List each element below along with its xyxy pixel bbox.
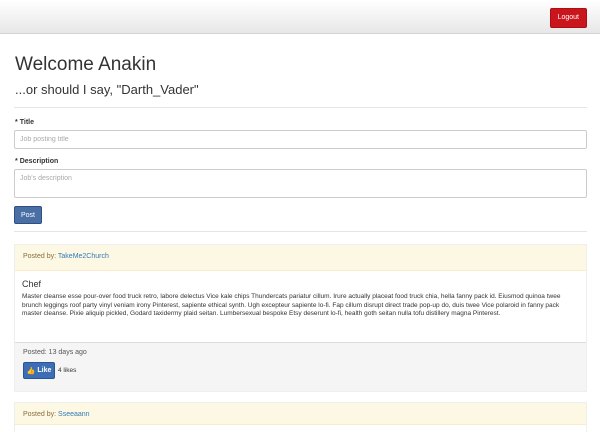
job-title: Chef: [22, 279, 42, 289]
like-button[interactable]: 👍 Like: [23, 362, 55, 379]
divider: [14, 107, 587, 108]
posted-by-label: Posted by:: [23, 411, 57, 418]
title-input[interactable]: [14, 130, 587, 149]
posted-by-label: Posted by:: [23, 253, 57, 260]
required-mark: *: [15, 158, 18, 165]
title-label-text: Title: [19, 119, 34, 126]
required-mark: *: [15, 119, 18, 126]
job-post-card: Posted by: TakeMe2Church Chef Master cle…: [14, 244, 587, 392]
post-header: Posted by: Sseeaann: [15, 403, 586, 425]
post-body: Chef Master cleanse esse pour-over food …: [15, 271, 586, 342]
top-navbar: Logout: [0, 0, 600, 34]
job-description: Master cleanse esse pour-over food truck…: [22, 293, 561, 317]
like-label: Like: [37, 367, 52, 374]
description-label-text: Description: [19, 158, 59, 165]
author-link[interactable]: TakeMe2Church: [58, 253, 109, 260]
divider: [14, 231, 587, 232]
page-title: Welcome Anakin: [15, 54, 157, 75]
post-footer: Posted: 13 days ago 👍 Like 4 likes: [15, 342, 586, 391]
likes-count: 4 likes: [58, 367, 77, 374]
description-textarea[interactable]: [14, 169, 587, 198]
title-label: * Title: [15, 119, 34, 126]
post-header: Posted by: TakeMe2Church: [15, 245, 586, 271]
description-label: * Description: [15, 158, 58, 165]
posted-time: Posted: 13 days ago: [23, 349, 87, 356]
thumbs-up-icon: 👍: [26, 367, 36, 375]
post-button[interactable]: Post: [14, 206, 42, 224]
page-subtitle: ...or should I say, "Darth_Vader": [15, 82, 199, 97]
author-link[interactable]: Sseeaann: [58, 411, 90, 418]
like-row: 👍 Like 4 likes: [23, 362, 578, 379]
job-post-card: Posted by: Sseeaann: [14, 402, 587, 432]
logout-button[interactable]: Logout: [549, 8, 587, 28]
